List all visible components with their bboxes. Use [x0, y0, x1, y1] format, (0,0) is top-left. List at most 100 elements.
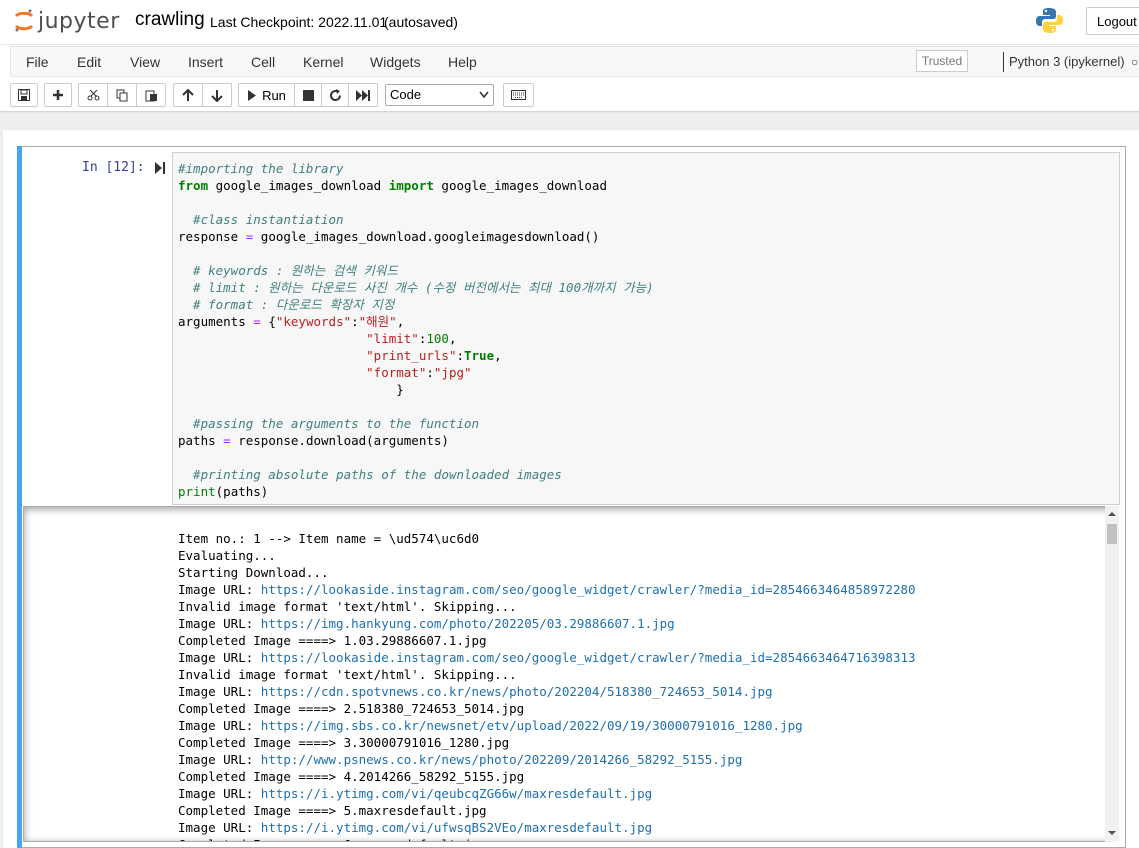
code-editor[interactable]: #importing the library from google_image…: [172, 152, 1120, 505]
code-text: :: [426, 365, 434, 380]
save-button[interactable]: [10, 83, 38, 107]
output-line: Image URL: https://img.hankyung.com/phot…: [178, 615, 675, 632]
output-link[interactable]: https://img.hankyung.com/photo/202205/03…: [261, 616, 675, 631]
output-line: Image URL: https://cdn.spotvnews.co.kr/n…: [178, 683, 773, 700]
restart-button[interactable]: [321, 83, 349, 107]
output-link[interactable]: http://www.psnews.co.kr/news/photo/20220…: [261, 752, 743, 767]
scroll-up-icon[interactable]: [1106, 509, 1118, 519]
output-scrollbar[interactable]: [1105, 506, 1119, 842]
fast-forward-icon: [356, 89, 370, 101]
scrollbar-thumb[interactable]: [1107, 524, 1117, 544]
output-text: Completed Image ====> 1.03.29886607.1.jp…: [178, 633, 487, 648]
menu-help[interactable]: Help: [448, 54, 477, 70]
output-link[interactable]: https://img.sbs.co.kr/newsnet/etv/upload…: [261, 718, 803, 733]
output-line: Invalid image format 'text/html'. Skippi…: [178, 598, 517, 615]
menu-file[interactable]: File: [26, 54, 49, 70]
copy-icon: [116, 89, 127, 101]
output-link[interactable]: https://i.ytimg.com/vi/qeubcqZG66w/maxre…: [261, 786, 652, 801]
output-text: Starting Download...: [178, 565, 329, 580]
notebook-header: jupyter crawling Last Checkpoint: 2022.1…: [0, 0, 1139, 111]
output-area[interactable]: Item no.: 1 --> Item name = \ud574\uc6d0…: [23, 506, 1119, 842]
code-keyword: from: [178, 178, 209, 193]
code-number: 100: [426, 331, 449, 346]
code-text: google_images_download.googleimagesdownl…: [253, 229, 600, 244]
jupyter-logo[interactable]: jupyter: [14, 6, 120, 36]
output-line: Image URL: https://img.sbs.co.kr/newsnet…: [178, 717, 803, 734]
code-keyword: True: [464, 348, 495, 363]
output-line: Image URL: https://i.ytimg.com/vi/ufwsqB…: [178, 819, 652, 836]
cut-icon: [87, 89, 99, 101]
run-button[interactable]: Run: [238, 83, 295, 107]
insert-cell-button[interactable]: [44, 83, 72, 107]
code-text: ,: [448, 331, 457, 346]
code-string: "해원": [358, 314, 397, 329]
code-text: arguments: [178, 314, 254, 329]
output-line: Invalid image format 'text/html'. Skippi…: [178, 666, 517, 683]
code-string: "format": [366, 365, 427, 380]
python-logo-icon: [1036, 7, 1063, 34]
code-text: paths: [178, 433, 224, 448]
autosave-status: (autosaved): [384, 14, 458, 30]
cell-type-select[interactable]: Code: [385, 84, 494, 106]
paste-button[interactable]: [136, 83, 166, 107]
output-line: Completed Image ====> 3.30000791016_1280…: [178, 734, 509, 751]
menu-kernel[interactable]: Kernel: [303, 54, 343, 70]
menu-edit[interactable]: Edit: [77, 54, 101, 70]
command-palette-button[interactable]: [503, 83, 534, 107]
trusted-indicator[interactable]: Trusted: [916, 50, 968, 72]
restart-icon: [329, 88, 341, 101]
code-text: }: [178, 382, 404, 397]
output-line: Completed Image ====> 2.518380_724653_50…: [178, 700, 524, 717]
header-divider: [0, 44, 1139, 45]
output-text: Invalid image format 'text/html'. Skippi…: [178, 599, 517, 614]
output-text: Image URL:: [178, 684, 261, 699]
code-comment: #importing the library: [178, 161, 344, 176]
code-text: (paths): [215, 484, 269, 499]
output-link[interactable]: https://lookaside.instagram.com/seo/goog…: [261, 650, 916, 665]
code-text: ,: [494, 348, 502, 363]
copy-button[interactable]: [107, 83, 137, 107]
output-line: Completed Image ====> 1.03.29886607.1.jp…: [178, 632, 487, 649]
interrupt-button[interactable]: [294, 83, 322, 107]
logout-button[interactable]: Logout: [1086, 7, 1139, 35]
move-down-button[interactable]: [202, 83, 232, 107]
cut-button[interactable]: [78, 83, 108, 107]
keyboard-icon: [511, 90, 526, 100]
run-label: Run: [262, 87, 286, 103]
notebook-name[interactable]: crawling: [135, 9, 205, 31]
output-text: Completed Image ====> 4.2014266_58292_51…: [178, 769, 525, 784]
code-text: response.download(arguments): [230, 433, 449, 448]
code-text: :: [351, 314, 359, 329]
jupyter-logo-text: jupyter: [38, 8, 120, 34]
output-text: Completed Image ====> 2.518380_724653_50…: [178, 701, 525, 716]
kernel-name[interactable]: Python 3 (ipykernel): [1009, 54, 1125, 69]
code-comment: # keywords : 원하는 검색 키워드: [178, 263, 398, 278]
cell-type-value: Code: [390, 87, 422, 102]
move-up-button[interactable]: [173, 83, 203, 107]
restart-run-all-button[interactable]: [348, 83, 378, 107]
code-operator: =: [253, 314, 261, 329]
code-text: google_images_download: [433, 178, 607, 193]
output-link[interactable]: https://cdn.spotvnews.co.kr/news/photo/2…: [261, 684, 773, 699]
menu-insert[interactable]: Insert: [188, 54, 223, 70]
output-line: Completed Image ====> 6.maxresdefault.jp…: [178, 836, 487, 841]
run-cell-icon[interactable]: [155, 162, 165, 174]
code-comment: #printing absolute paths of the download…: [178, 467, 562, 482]
menu-widgets[interactable]: Widgets: [370, 54, 421, 70]
code-string: "jpg": [433, 365, 472, 380]
output-text: Completed Image ====> 5.maxresdefault.jp…: [178, 803, 487, 818]
output-link[interactable]: https://lookaside.instagram.com/seo/goog…: [261, 582, 916, 597]
output-text: Invalid image format 'text/html'. Skippi…: [178, 667, 517, 682]
paste-icon: [145, 90, 157, 101]
code-comment: # limit : 원하는 다운로드 사진 개수 (수정 버전에서는 최대 10…: [178, 280, 654, 295]
output-line: Image URL: https://lookaside.instagram.c…: [178, 581, 916, 598]
output-text: Evaluating...: [178, 548, 276, 563]
menu-view[interactable]: View: [130, 54, 160, 70]
scroll-down-icon[interactable]: [1106, 828, 1118, 838]
output-link[interactable]: https://i.ytimg.com/vi/ufwsqBS2VEo/maxre…: [261, 820, 652, 835]
output-line: Evaluating...: [178, 547, 276, 564]
menu-cell[interactable]: Cell: [251, 54, 275, 70]
arrow-up-icon: [182, 88, 194, 101]
